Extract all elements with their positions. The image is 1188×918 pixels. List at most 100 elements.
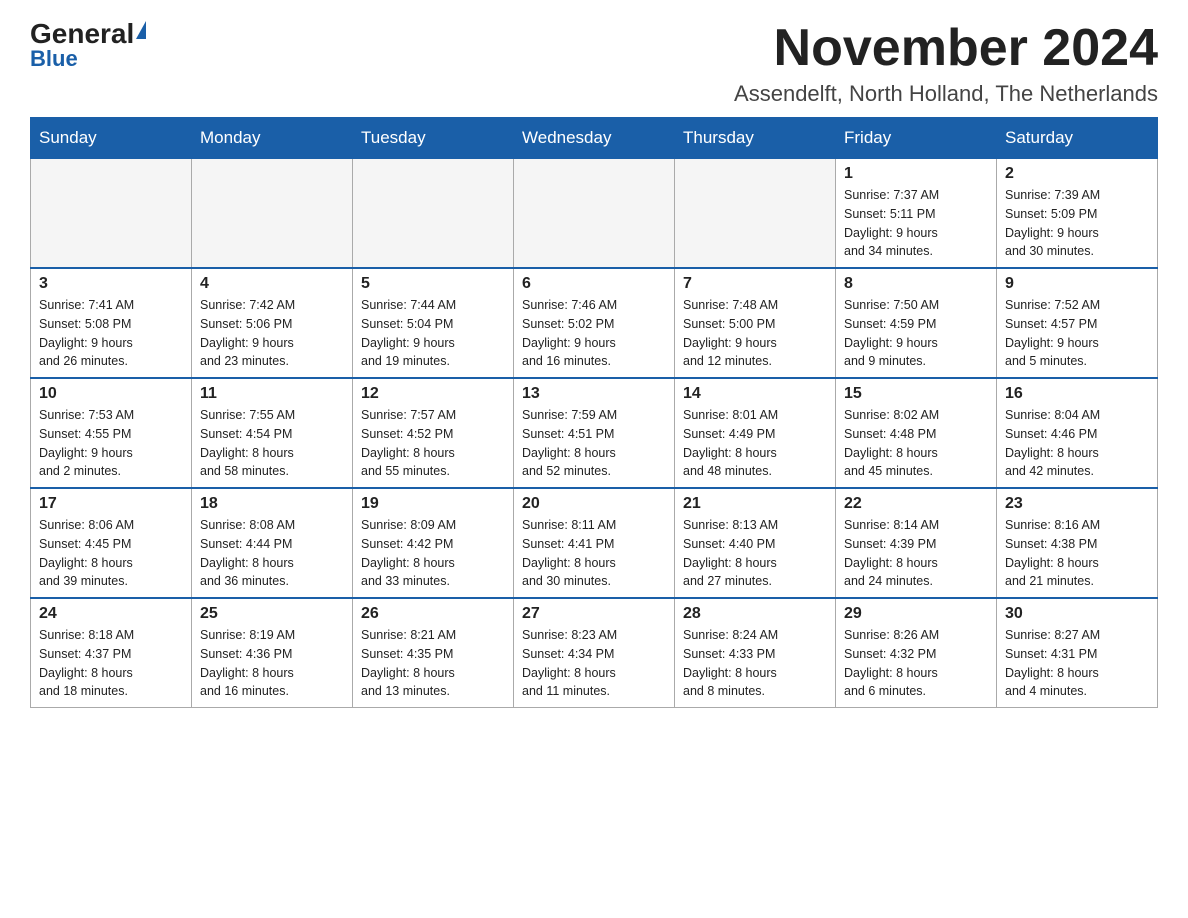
header-saturday: Saturday xyxy=(997,118,1158,159)
calendar-cell: 20 Sunrise: 8:11 AMSunset: 4:41 PMDayligh… xyxy=(514,488,675,598)
page-header: General Blue November 2024 Assendelft, N… xyxy=(30,20,1158,107)
calendar-cell xyxy=(675,159,836,269)
day-number: 1 xyxy=(844,165,988,183)
day-info: Sunrise: 7:52 AMSunset: 4:57 PMDaylight:… xyxy=(1005,296,1149,371)
calendar-week-row: 24 Sunrise: 8:18 AMSunset: 4:37 PMDayligh… xyxy=(31,598,1158,708)
day-info: Sunrise: 7:48 AMSunset: 5:00 PMDaylight:… xyxy=(683,296,827,371)
day-number: 8 xyxy=(844,275,988,293)
title-block: November 2024 Assendelft, North Holland,… xyxy=(734,20,1158,107)
logo: General Blue xyxy=(30,20,146,70)
day-number: 12 xyxy=(361,385,505,403)
day-number: 4 xyxy=(200,275,344,293)
day-number: 20 xyxy=(522,495,666,513)
header-wednesday: Wednesday xyxy=(514,118,675,159)
day-number: 10 xyxy=(39,385,183,403)
calendar-cell: 29 Sunrise: 8:26 AMSunset: 4:32 PMDayligh… xyxy=(836,598,997,708)
day-number: 30 xyxy=(1005,605,1149,623)
calendar-cell: 28 Sunrise: 8:24 AMSunset: 4:33 PMDayligh… xyxy=(675,598,836,708)
calendar-cell: 17 Sunrise: 8:06 AMSunset: 4:45 PMDayligh… xyxy=(31,488,192,598)
day-info: Sunrise: 7:57 AMSunset: 4:52 PMDaylight:… xyxy=(361,406,505,481)
day-number: 6 xyxy=(522,275,666,293)
day-number: 21 xyxy=(683,495,827,513)
day-info: Sunrise: 7:55 AMSunset: 4:54 PMDaylight:… xyxy=(200,406,344,481)
day-info: Sunrise: 7:44 AMSunset: 5:04 PMDaylight:… xyxy=(361,296,505,371)
day-info: Sunrise: 8:01 AMSunset: 4:49 PMDaylight:… xyxy=(683,406,827,481)
calendar-cell: 15Sunrise: 8:02 AMSunset: 4:48 PMDayligh… xyxy=(836,378,997,488)
day-number: 25 xyxy=(200,605,344,623)
day-number: 7 xyxy=(683,275,827,293)
calendar-cell: 6 Sunrise: 7:46 AMSunset: 5:02 PMDaylight… xyxy=(514,268,675,378)
calendar-cell: 19 Sunrise: 8:09 AMSunset: 4:42 PMDayligh… xyxy=(353,488,514,598)
calendar-cell xyxy=(514,159,675,269)
day-info: Sunrise: 8:19 AMSunset: 4:36 PMDaylight:… xyxy=(200,626,344,701)
day-info: Sunrise: 8:23 AMSunset: 4:34 PMDaylight:… xyxy=(522,626,666,701)
calendar-cell: 4 Sunrise: 7:42 AMSunset: 5:06 PMDaylight… xyxy=(192,268,353,378)
day-number: 5 xyxy=(361,275,505,293)
day-info: Sunrise: 8:06 AMSunset: 4:45 PMDaylight:… xyxy=(39,516,183,591)
day-info: Sunrise: 7:39 AMSunset: 5:09 PMDaylight:… xyxy=(1005,186,1149,261)
header-friday: Friday xyxy=(836,118,997,159)
day-number: 24 xyxy=(39,605,183,623)
header-thursday: Thursday xyxy=(675,118,836,159)
header-monday: Monday xyxy=(192,118,353,159)
day-number: 17 xyxy=(39,495,183,513)
header-tuesday: Tuesday xyxy=(353,118,514,159)
calendar-cell: 18 Sunrise: 8:08 AMSunset: 4:44 PMDayligh… xyxy=(192,488,353,598)
calendar-cell: 2Sunrise: 7:39 AMSunset: 5:09 PMDaylight… xyxy=(997,159,1158,269)
logo-blue: Blue xyxy=(30,48,78,70)
calendar-week-row: 17 Sunrise: 8:06 AMSunset: 4:45 PMDayligh… xyxy=(31,488,1158,598)
day-info: Sunrise: 8:27 AMSunset: 4:31 PMDaylight:… xyxy=(1005,626,1149,701)
day-info: Sunrise: 8:08 AMSunset: 4:44 PMDaylight:… xyxy=(200,516,344,591)
header-sunday: Sunday xyxy=(31,118,192,159)
day-info: Sunrise: 8:18 AMSunset: 4:37 PMDaylight:… xyxy=(39,626,183,701)
calendar-cell: 9 Sunrise: 7:52 AMSunset: 4:57 PMDaylight… xyxy=(997,268,1158,378)
day-info: Sunrise: 7:59 AMSunset: 4:51 PMDaylight:… xyxy=(522,406,666,481)
day-info: Sunrise: 7:41 AMSunset: 5:08 PMDaylight:… xyxy=(39,296,183,371)
day-number: 13 xyxy=(522,385,666,403)
day-info: Sunrise: 7:46 AMSunset: 5:02 PMDaylight:… xyxy=(522,296,666,371)
day-number: 27 xyxy=(522,605,666,623)
day-number: 11 xyxy=(200,385,344,403)
day-info: Sunrise: 8:09 AMSunset: 4:42 PMDaylight:… xyxy=(361,516,505,591)
day-number: 19 xyxy=(361,495,505,513)
day-info: Sunrise: 8:16 AMSunset: 4:38 PMDaylight:… xyxy=(1005,516,1149,591)
calendar-cell: 24 Sunrise: 8:18 AMSunset: 4:37 PMDayligh… xyxy=(31,598,192,708)
calendar-cell: 12 Sunrise: 7:57 AMSunset: 4:52 PMDayligh… xyxy=(353,378,514,488)
calendar-cell: 3 Sunrise: 7:41 AMSunset: 5:08 PMDaylight… xyxy=(31,268,192,378)
calendar-cell: 13 Sunrise: 7:59 AMSunset: 4:51 PMDayligh… xyxy=(514,378,675,488)
calendar-cell: 21Sunrise: 8:13 AMSunset: 4:40 PMDayligh… xyxy=(675,488,836,598)
day-number: 29 xyxy=(844,605,988,623)
day-info: Sunrise: 8:11 AMSunset: 4:41 PMDaylight:… xyxy=(522,516,666,591)
month-year-title: November 2024 xyxy=(734,20,1158,77)
calendar-cell: 7 Sunrise: 7:48 AMSunset: 5:00 PMDaylight… xyxy=(675,268,836,378)
day-info: Sunrise: 7:42 AMSunset: 5:06 PMDaylight:… xyxy=(200,296,344,371)
day-info: Sunrise: 8:26 AMSunset: 4:32 PMDaylight:… xyxy=(844,626,988,701)
calendar-table: Sunday Monday Tuesday Wednesday Thursday… xyxy=(30,117,1158,708)
day-info: Sunrise: 8:04 AMSunset: 4:46 PMDaylight:… xyxy=(1005,406,1149,481)
location-title: Assendelft, North Holland, The Netherlan… xyxy=(734,81,1158,107)
day-info: Sunrise: 7:37 AMSunset: 5:11 PMDaylight:… xyxy=(844,186,988,261)
calendar-cell: 23Sunrise: 8:16 AMSunset: 4:38 PMDayligh… xyxy=(997,488,1158,598)
calendar-cell: 14Sunrise: 8:01 AMSunset: 4:49 PMDayligh… xyxy=(675,378,836,488)
calendar-cell: 11 Sunrise: 7:55 AMSunset: 4:54 PMDayligh… xyxy=(192,378,353,488)
calendar-cell xyxy=(353,159,514,269)
day-info: Sunrise: 8:14 AMSunset: 4:39 PMDaylight:… xyxy=(844,516,988,591)
day-info: Sunrise: 7:50 AMSunset: 4:59 PMDaylight:… xyxy=(844,296,988,371)
day-number: 3 xyxy=(39,275,183,293)
calendar-cell: 30 Sunrise: 8:27 AMSunset: 4:31 PMDayligh… xyxy=(997,598,1158,708)
day-number: 26 xyxy=(361,605,505,623)
calendar-cell xyxy=(192,159,353,269)
calendar-cell: 25 Sunrise: 8:19 AMSunset: 4:36 PMDayligh… xyxy=(192,598,353,708)
day-number: 28 xyxy=(683,605,827,623)
calendar-cell xyxy=(31,159,192,269)
day-number: 18 xyxy=(200,495,344,513)
day-number: 16 xyxy=(1005,385,1149,403)
calendar-cell: 8 Sunrise: 7:50 AMSunset: 4:59 PMDaylight… xyxy=(836,268,997,378)
day-number: 15 xyxy=(844,385,988,403)
calendar-cell: 22Sunrise: 8:14 AMSunset: 4:39 PMDayligh… xyxy=(836,488,997,598)
calendar-cell: 27 Sunrise: 8:23 AMSunset: 4:34 PMDayligh… xyxy=(514,598,675,708)
day-info: Sunrise: 8:24 AMSunset: 4:33 PMDaylight:… xyxy=(683,626,827,701)
calendar-header-row: Sunday Monday Tuesday Wednesday Thursday… xyxy=(31,118,1158,159)
calendar-week-row: 3 Sunrise: 7:41 AMSunset: 5:08 PMDaylight… xyxy=(31,268,1158,378)
day-number: 9 xyxy=(1005,275,1149,293)
